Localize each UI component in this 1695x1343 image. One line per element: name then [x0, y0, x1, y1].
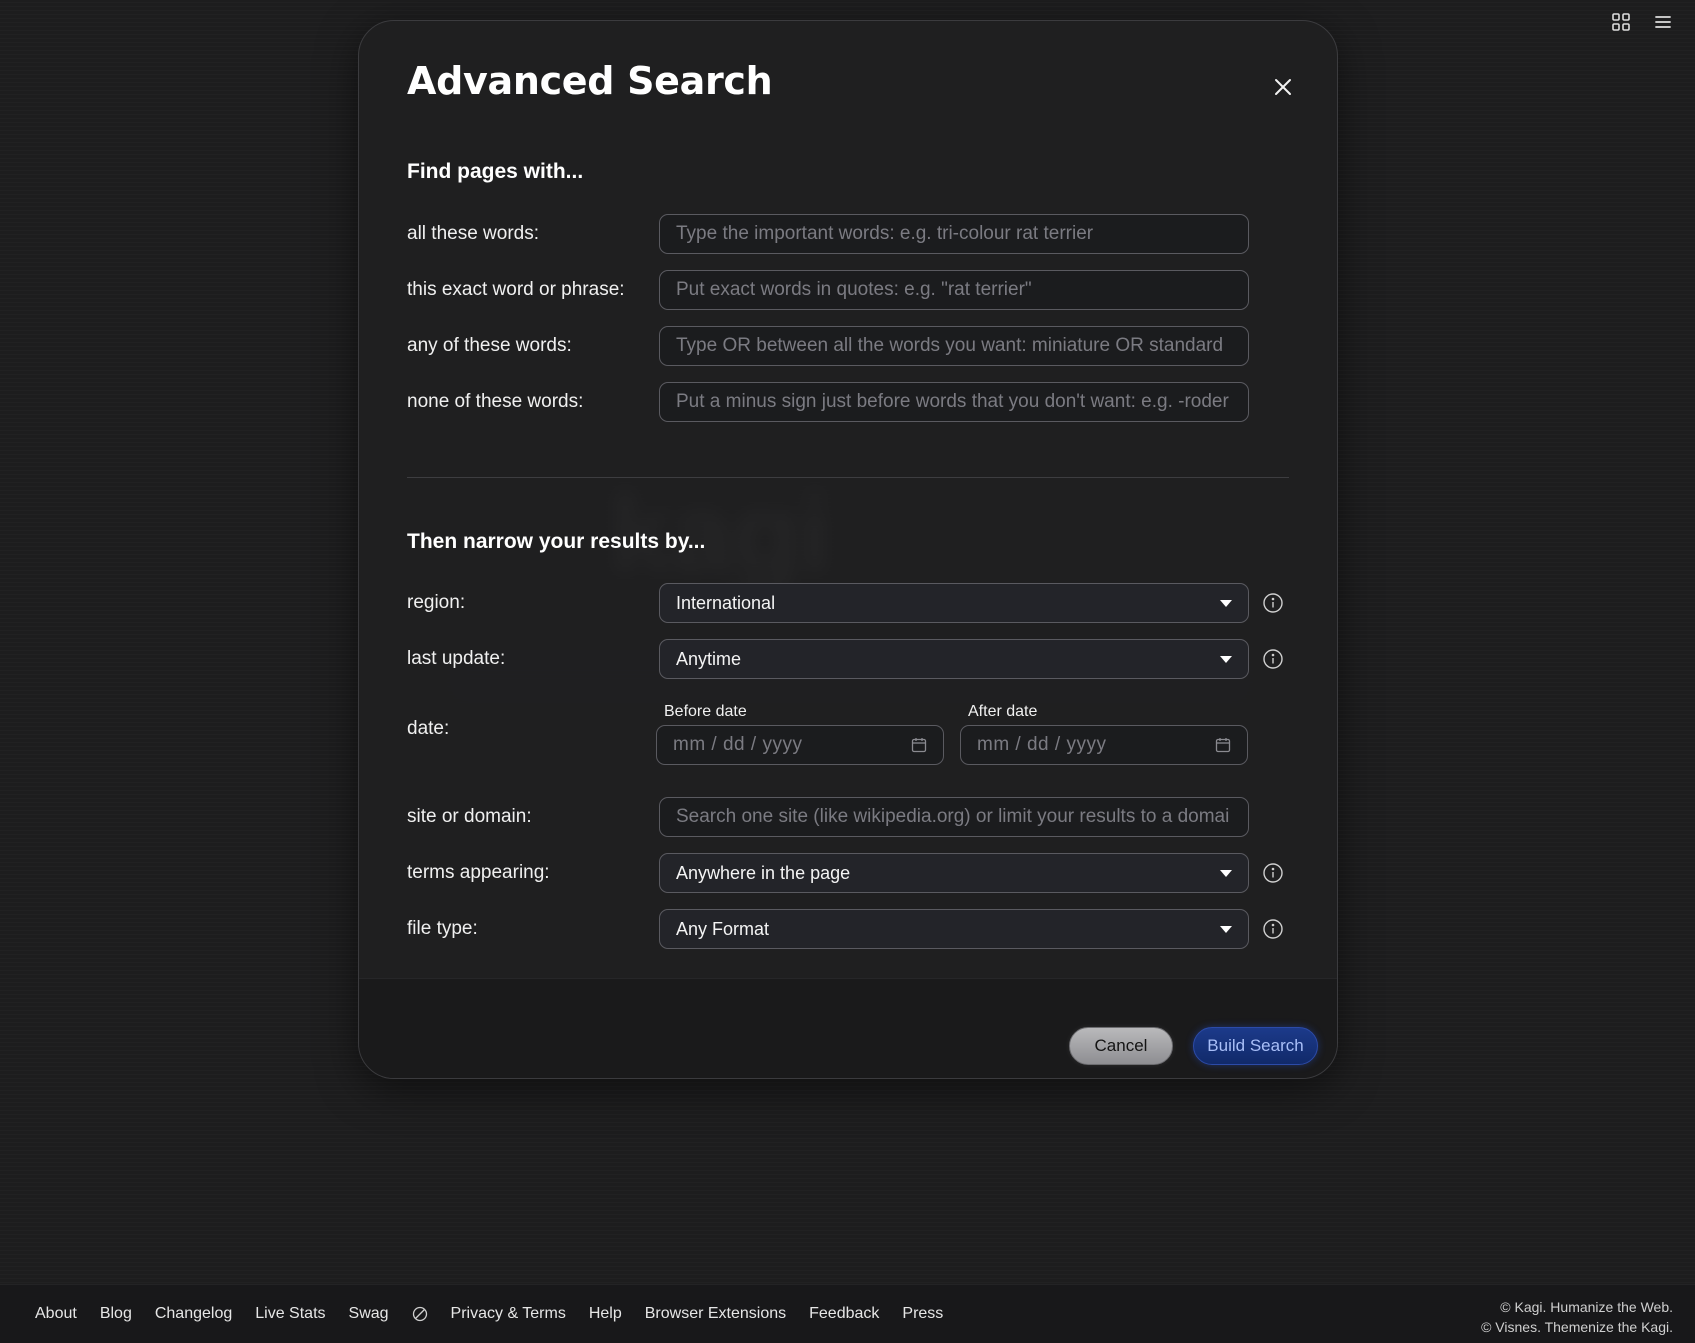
footer-link-privacy-terms[interactable]: Privacy & Terms: [451, 1305, 566, 1323]
calendar-icon: [911, 738, 927, 753]
before-date-label: Before date: [664, 703, 747, 720]
footer-link-blog[interactable]: Blog: [100, 1305, 132, 1323]
copyright-line-1: © Kagi. Humanize the Web.: [1500, 1299, 1673, 1315]
row-site: site or domain:: [407, 797, 1337, 837]
terms-appearing-info-icon[interactable]: [1262, 862, 1284, 884]
chevron-down-icon: [1220, 925, 1232, 933]
before-date-placeholder: mm / dd / yyyy: [673, 734, 803, 755]
region-info-icon[interactable]: [1262, 592, 1284, 614]
before-date-group: Before date mm / dd / yyyy: [656, 703, 944, 765]
footer-links: About Blog Changelog Live Stats Swag Pri…: [35, 1285, 943, 1343]
date-label: date:: [407, 718, 450, 739]
exact-phrase-label: this exact word or phrase:: [407, 279, 625, 300]
file-type-info-icon[interactable]: [1262, 918, 1284, 940]
calendar-icon: [1215, 738, 1231, 753]
site-footer: About Blog Changelog Live Stats Swag Pri…: [0, 1284, 1695, 1343]
none-words-field-wrapper: [659, 382, 1249, 422]
section-heading-narrow: Then narrow your results by...: [407, 530, 706, 553]
copyright-line-2: © Visnes. Themenize the Kagi.: [1481, 1319, 1673, 1335]
section-heading-find: Find pages with...: [407, 160, 584, 183]
file-type-select[interactable]: Any Format: [659, 909, 1249, 949]
advanced-search-dialog: Advanced Search Find pages with... all t…: [358, 20, 1338, 1079]
exact-phrase-field-wrapper: [659, 270, 1249, 310]
menu-icon[interactable]: [1653, 12, 1673, 32]
footer-link-changelog[interactable]: Changelog: [155, 1305, 232, 1323]
last-update-info-icon[interactable]: [1262, 648, 1284, 670]
region-label: region:: [407, 592, 466, 613]
copyright: © Kagi. Humanize the Web. © Visnes. Them…: [1481, 1297, 1673, 1337]
all-words-label: all these words:: [407, 223, 540, 244]
chevron-down-icon: [1220, 869, 1232, 877]
any-words-label: any of these words:: [407, 335, 572, 356]
dialog-footer: [359, 978, 1337, 1078]
site-label: site or domain:: [407, 806, 532, 827]
file-type-selected-value: Any Format: [676, 918, 770, 939]
site-field-wrapper: [659, 797, 1249, 837]
site-input[interactable]: [660, 798, 1248, 836]
region-select[interactable]: International: [659, 583, 1249, 623]
last-update-selected-value: Anytime: [676, 648, 742, 669]
terms-appearing-selected-value: Anywhere in the page: [676, 862, 851, 883]
terms-appearing-label: terms appearing:: [407, 862, 550, 883]
row-file-type: file type: Any Format: [407, 909, 1337, 949]
after-date-group: After date mm / dd / yyyy: [960, 703, 1248, 765]
exact-phrase-input[interactable]: [660, 271, 1248, 309]
all-words-field-wrapper: [659, 214, 1249, 254]
region-selected-value: International: [676, 592, 776, 613]
any-words-field-wrapper: [659, 326, 1249, 366]
last-update-select[interactable]: Anytime: [659, 639, 1249, 679]
row-none-words: none of these words:: [407, 382, 1337, 422]
row-date: date: Before date mm / dd / yyyy After d…: [407, 703, 1337, 765]
dialog-title: Advanced Search: [407, 59, 773, 103]
footer-link-press[interactable]: Press: [902, 1305, 943, 1323]
build-search-button[interactable]: Build Search: [1193, 1027, 1318, 1065]
before-date-input[interactable]: mm / dd / yyyy: [656, 725, 944, 765]
section-divider: [407, 477, 1289, 478]
close-button[interactable]: [1266, 70, 1300, 104]
none-words-label: none of these words:: [407, 391, 584, 412]
after-date-placeholder: mm / dd / yyyy: [977, 734, 1107, 755]
row-terms-appearing: terms appearing: Anywhere in the page: [407, 853, 1337, 893]
last-update-label: last update:: [407, 648, 506, 669]
footer-link-live-stats[interactable]: Live Stats: [255, 1305, 325, 1323]
footer-link-browser-extensions[interactable]: Browser Extensions: [645, 1305, 786, 1323]
none-words-input[interactable]: [660, 383, 1248, 421]
chevron-down-icon: [1220, 599, 1232, 607]
terms-appearing-select[interactable]: Anywhere in the page: [659, 853, 1249, 893]
row-any-words: any of these words:: [407, 326, 1337, 366]
footer-link-feedback[interactable]: Feedback: [809, 1305, 879, 1323]
all-words-input[interactable]: [660, 215, 1248, 253]
any-words-input[interactable]: [660, 327, 1248, 365]
chevron-down-icon: [1220, 655, 1232, 663]
row-all-words: all these words:: [407, 214, 1337, 254]
footer-link-about[interactable]: About: [35, 1305, 77, 1323]
privacy-icon: [412, 1306, 428, 1322]
row-region: region: International: [407, 583, 1337, 623]
footer-link-swag[interactable]: Swag: [349, 1305, 389, 1323]
grid-icon[interactable]: [1611, 12, 1631, 32]
after-date-input[interactable]: mm / dd / yyyy: [960, 725, 1248, 765]
row-last-update: last update: Anytime: [407, 639, 1337, 679]
footer-link-help[interactable]: Help: [589, 1305, 622, 1323]
top-right-icons: [1611, 12, 1673, 32]
row-exact-phrase: this exact word or phrase:: [407, 270, 1337, 310]
after-date-label: After date: [968, 703, 1038, 720]
file-type-label: file type:: [407, 918, 478, 939]
cancel-button[interactable]: Cancel: [1069, 1027, 1173, 1065]
close-icon: [1275, 79, 1291, 95]
dialog-body: Advanced Search Find pages with... all t…: [359, 21, 1337, 978]
